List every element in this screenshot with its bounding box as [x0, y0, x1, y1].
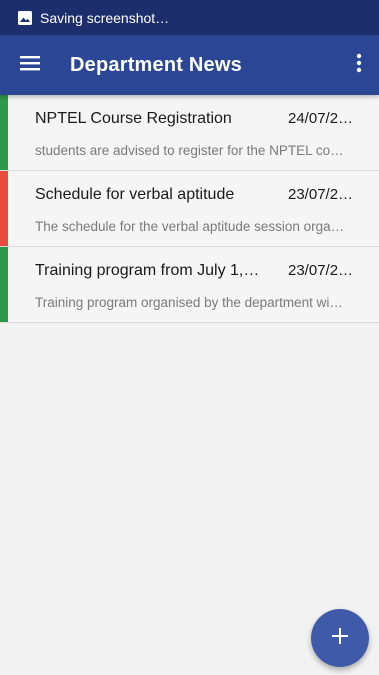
news-item[interactable]: Training program from July 1, 2… 23/07/2…: [0, 247, 379, 323]
news-item[interactable]: Schedule for verbal aptitude 23/07/2… Th…: [0, 171, 379, 247]
page-title: Department News: [70, 53, 242, 76]
image-icon: [18, 10, 32, 25]
news-title: Schedule for verbal aptitude: [35, 186, 235, 203]
app-bar: Department News: [0, 35, 379, 95]
plus-icon: [332, 627, 348, 649]
more-vert-icon: [356, 53, 362, 78]
news-description: The schedule for the verbal aptitude ses…: [35, 219, 345, 234]
hamburger-menu-icon: [20, 55, 40, 76]
news-date: 23/07/2…: [288, 262, 354, 279]
news-list: NPTEL Course Registration 24/07/2… stude…: [0, 95, 379, 323]
news-date: 23/07/2…: [288, 186, 354, 203]
news-title: Training program from July 1, 2…: [35, 262, 263, 279]
news-date: 24/07/2…: [288, 110, 354, 127]
menu-button[interactable]: [0, 35, 60, 95]
news-accent-bar: [0, 95, 8, 170]
status-bar: Saving screenshot…: [0, 0, 379, 35]
more-options-button[interactable]: [339, 35, 379, 95]
news-item[interactable]: NPTEL Course Registration 24/07/2… stude…: [0, 95, 379, 171]
news-description: Training program organised by the depart…: [35, 295, 343, 310]
news-accent-bar: [0, 171, 8, 246]
news-description: students are advised to register for the…: [35, 143, 344, 158]
add-news-button[interactable]: [311, 609, 369, 667]
status-text: Saving screenshot…: [40, 9, 170, 26]
news-title: NPTEL Course Registration: [35, 110, 232, 127]
news-accent-bar: [0, 247, 8, 322]
